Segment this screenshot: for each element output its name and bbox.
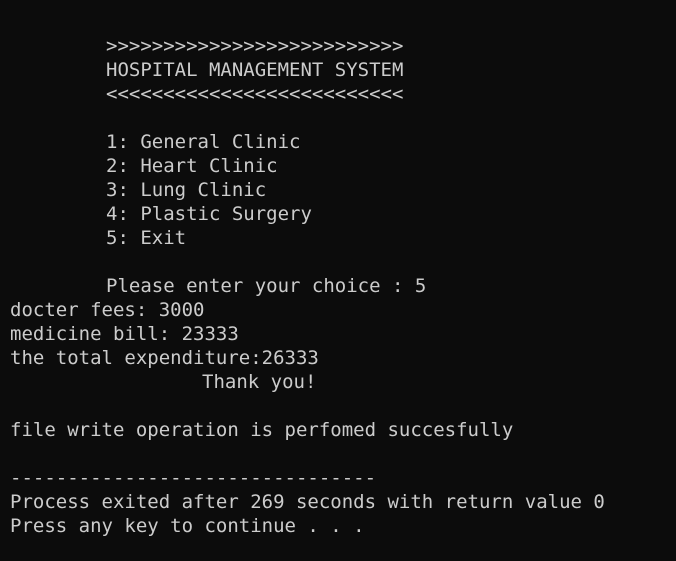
console-window[interactable]: >>>>>>>>>>>>>>>>>>>>>>>>>> HOSPITAL MANA… [0,0,676,561]
app-title: HOSPITAL MANAGEMENT SYSTEM [106,59,404,81]
file-write-message: file write operation is perfomed succesf… [10,419,514,441]
process-exit-message: Process exited after 269 seconds with re… [10,491,605,513]
medicine-bill-output: medicine bill: 23333 [10,323,239,345]
separator-line: -------------------------------- [10,467,377,489]
doctor-fees-output: docter fees: 3000 [10,299,205,321]
menu-item-general-clinic: 1: General Clinic [106,131,301,153]
banner-top: >>>>>>>>>>>>>>>>>>>>>>>>>> [106,35,404,57]
press-key-prompt: Press any key to continue . . . [10,515,365,537]
menu-item-heart-clinic: 2: Heart Clinic [106,155,278,177]
total-expenditure-output: the total expenditure:26333 [10,347,319,369]
choice-prompt: Please enter your choice : 5 [106,275,427,297]
menu-item-lung-clinic: 3: Lung Clinic [106,179,267,201]
menu-item-plastic-surgery: 4: Plastic Surgery [106,203,312,225]
banner-bottom: <<<<<<<<<<<<<<<<<<<<<<<<<< [106,83,404,105]
thank-you-message: Thank you! [202,371,317,393]
menu-item-exit: 5: Exit [106,227,187,249]
